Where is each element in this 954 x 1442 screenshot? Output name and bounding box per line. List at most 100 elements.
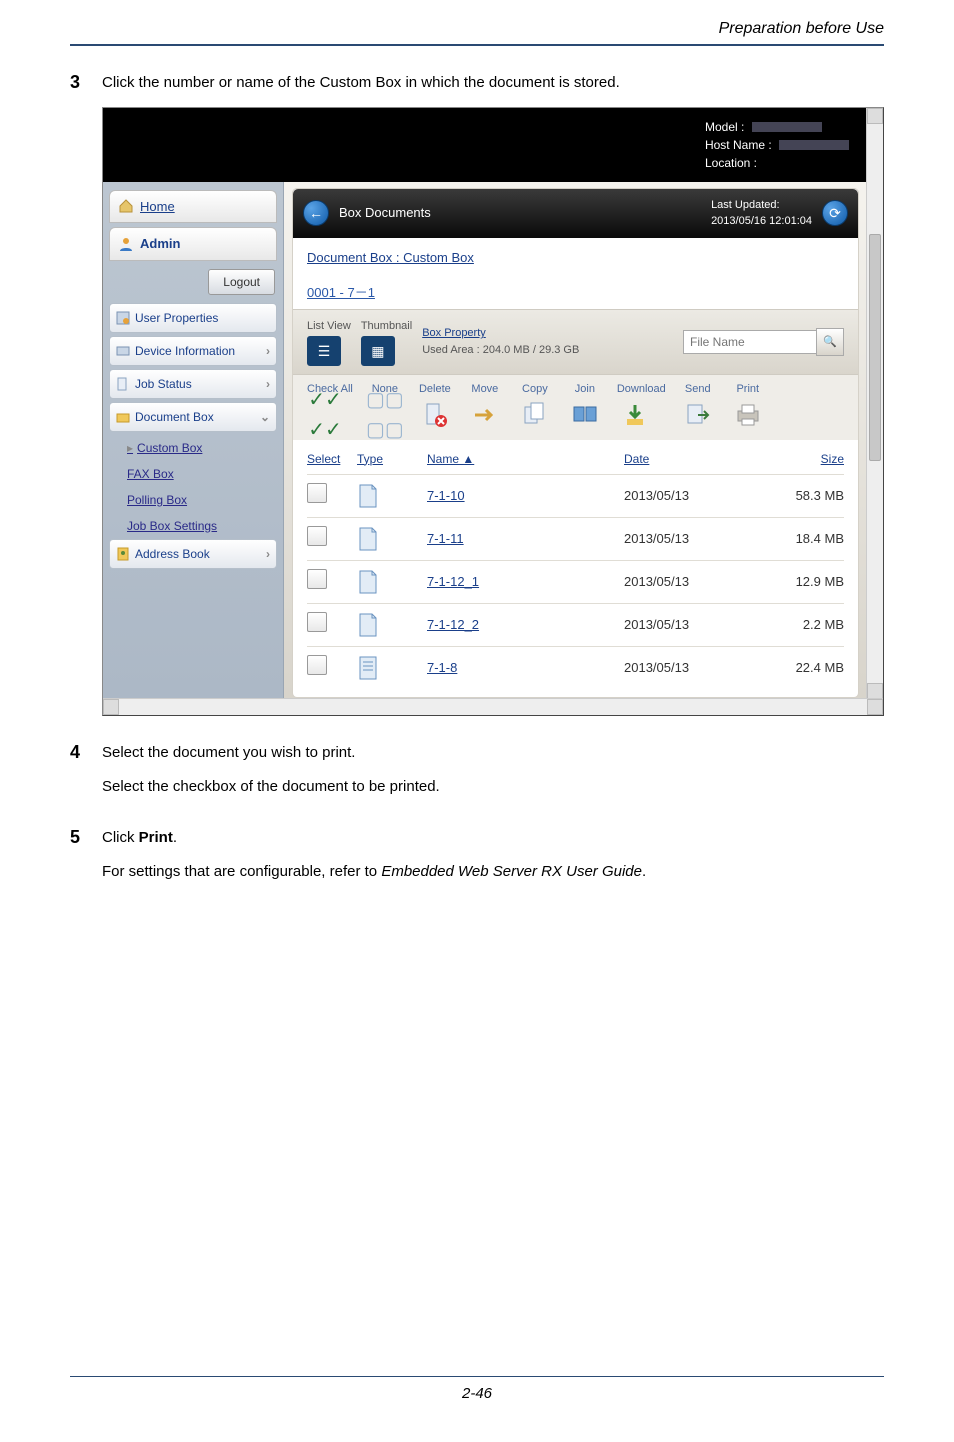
file-name-link[interactable]: 7-1-8 bbox=[427, 660, 457, 675]
header-divider bbox=[70, 44, 884, 46]
select-header[interactable]: Select bbox=[307, 452, 340, 466]
type-header[interactable]: Type bbox=[357, 452, 383, 466]
file-name-search-input[interactable] bbox=[683, 330, 816, 354]
print-label: Print bbox=[730, 381, 766, 398]
row-checkbox[interactable] bbox=[307, 655, 327, 675]
table-row: 7-1-10 2013/05/1358.3 MB bbox=[307, 474, 844, 517]
size-header[interactable]: Size bbox=[821, 452, 844, 466]
refresh-button[interactable]: ⟳ bbox=[822, 200, 848, 226]
move-label: Move bbox=[467, 381, 503, 398]
page-header-title: Preparation before Use bbox=[70, 20, 884, 38]
download-button[interactable] bbox=[617, 400, 653, 430]
last-updated-label: Last Updated: bbox=[711, 197, 812, 214]
device-info-icon bbox=[116, 344, 130, 358]
file-size: 58.3 MB bbox=[754, 486, 844, 506]
box-number-link[interactable]: 0001 - 7－1 bbox=[307, 285, 375, 300]
step-5-text-a: Click Print. bbox=[102, 827, 884, 850]
file-name-link[interactable]: 7-1-12_2 bbox=[427, 617, 479, 632]
table-row: 7-1-12_1 2013/05/1312.9 MB bbox=[307, 560, 844, 603]
sidebar-item-label: Address Book bbox=[135, 545, 210, 563]
file-size: 12.9 MB bbox=[754, 572, 844, 592]
check-all-button[interactable]: ✓✓✓✓ bbox=[307, 400, 343, 430]
home-tab[interactable]: Home bbox=[109, 190, 277, 224]
table-row: 7-1-82013/05/1322.4 MB bbox=[307, 646, 844, 689]
row-checkbox[interactable] bbox=[307, 569, 327, 589]
sidebar-sub-job-box-settings[interactable]: Job Box Settings bbox=[109, 513, 277, 539]
sidebar-sub-polling-box[interactable]: Polling Box bbox=[109, 487, 277, 513]
admin-tab[interactable]: Admin bbox=[109, 227, 277, 261]
panel-title: Box Documents bbox=[339, 203, 431, 223]
sidebar-item-address-book[interactable]: Address Book › bbox=[109, 539, 277, 569]
file-type-icon bbox=[357, 526, 427, 552]
sidebar-item-label: Job Status bbox=[135, 375, 192, 393]
file-date: 2013/05/13 bbox=[624, 486, 754, 506]
name-header[interactable]: Name ▲ bbox=[427, 452, 474, 466]
download-label: Download bbox=[617, 381, 666, 398]
sidebar-item-document-box[interactable]: Document Box ⌄ bbox=[109, 402, 277, 432]
send-label: Send bbox=[680, 381, 716, 398]
file-date: 2013/05/13 bbox=[624, 658, 754, 678]
send-button[interactable] bbox=[680, 400, 716, 430]
chevron-down-icon: ⌄ bbox=[260, 408, 270, 426]
step-4-text-b: Select the checkbox of the document to b… bbox=[102, 776, 884, 799]
table-row: 7-1-112013/05/1318.4 MB bbox=[307, 517, 844, 560]
row-checkbox[interactable] bbox=[307, 483, 327, 503]
page-number: 2-46 bbox=[70, 1385, 884, 1402]
step-5-text-b: For settings that are configurable, refe… bbox=[102, 861, 884, 884]
file-type-icon bbox=[357, 655, 427, 681]
step-4-text-a: Select the document you wish to print. bbox=[102, 742, 884, 765]
list-view-label: List View bbox=[307, 318, 351, 335]
file-type-icon bbox=[357, 612, 427, 638]
horizontal-scrollbar[interactable] bbox=[103, 698, 883, 715]
back-button[interactable]: ← bbox=[303, 200, 329, 226]
print-button[interactable] bbox=[730, 400, 766, 430]
chevron-right-icon: › bbox=[266, 342, 270, 360]
file-date: 2013/05/13 bbox=[624, 615, 754, 635]
move-button[interactable] bbox=[467, 400, 503, 430]
sidebar-sub-custom-box[interactable]: ▸Custom Box bbox=[109, 435, 277, 461]
step-3-number: 3 bbox=[70, 72, 84, 726]
box-property-link[interactable]: Box Property bbox=[422, 327, 486, 339]
step-4-number: 4 bbox=[70, 742, 84, 811]
sidebar-item-job-status[interactable]: Job Status › bbox=[109, 369, 277, 399]
admin-label: Admin bbox=[140, 234, 180, 254]
row-checkbox[interactable] bbox=[307, 526, 327, 546]
hostname-label: Host Name : bbox=[705, 138, 772, 152]
search-icon: 🔍 bbox=[823, 334, 837, 351]
logout-button[interactable]: Logout bbox=[208, 269, 275, 295]
search-button[interactable]: 🔍 bbox=[816, 328, 844, 356]
copy-button[interactable] bbox=[517, 400, 553, 430]
model-label: Model : bbox=[705, 120, 744, 134]
file-date: 2013/05/13 bbox=[624, 529, 754, 549]
breadcrumb-link[interactable]: Document Box : Custom Box bbox=[307, 250, 474, 265]
file-name-link[interactable]: 7-1-10 bbox=[427, 488, 465, 503]
sidebar-item-label: User Properties bbox=[135, 309, 218, 327]
delete-button[interactable] bbox=[417, 400, 453, 430]
file-date: 2013/05/13 bbox=[624, 572, 754, 592]
copy-label: Copy bbox=[517, 381, 553, 398]
chevron-right-icon: › bbox=[266, 375, 270, 393]
join-label: Join bbox=[567, 381, 603, 398]
step-3-text: Click the number or name of the Custom B… bbox=[102, 72, 884, 95]
chevron-right-icon: › bbox=[266, 545, 270, 563]
delete-label: Delete bbox=[417, 381, 453, 398]
model-value-blurred bbox=[752, 122, 822, 132]
location-label: Location : bbox=[705, 156, 757, 170]
user-properties-icon bbox=[116, 311, 130, 325]
join-button[interactable] bbox=[567, 400, 603, 430]
home-link[interactable]: Home bbox=[140, 197, 175, 217]
address-book-icon bbox=[116, 547, 130, 561]
sidebar-sub-fax-box[interactable]: FAX Box bbox=[109, 461, 277, 487]
row-checkbox[interactable] bbox=[307, 612, 327, 632]
job-status-icon bbox=[116, 377, 130, 391]
none-button[interactable]: ▢▢▢▢ bbox=[367, 400, 403, 430]
vertical-scrollbar[interactable] bbox=[866, 108, 883, 699]
sidebar-item-user-properties[interactable]: User Properties bbox=[109, 303, 277, 333]
thumbnail-button[interactable]: ▦ bbox=[361, 336, 395, 366]
device-banner: Model : Host Name : Location : bbox=[103, 108, 867, 182]
sidebar-item-device-information[interactable]: Device Information › bbox=[109, 336, 277, 366]
file-name-link[interactable]: 7-1-12_1 bbox=[427, 574, 479, 589]
date-header[interactable]: Date bbox=[624, 452, 649, 466]
list-view-button[interactable]: ☰ bbox=[307, 336, 341, 366]
file-name-link[interactable]: 7-1-11 bbox=[427, 531, 464, 546]
